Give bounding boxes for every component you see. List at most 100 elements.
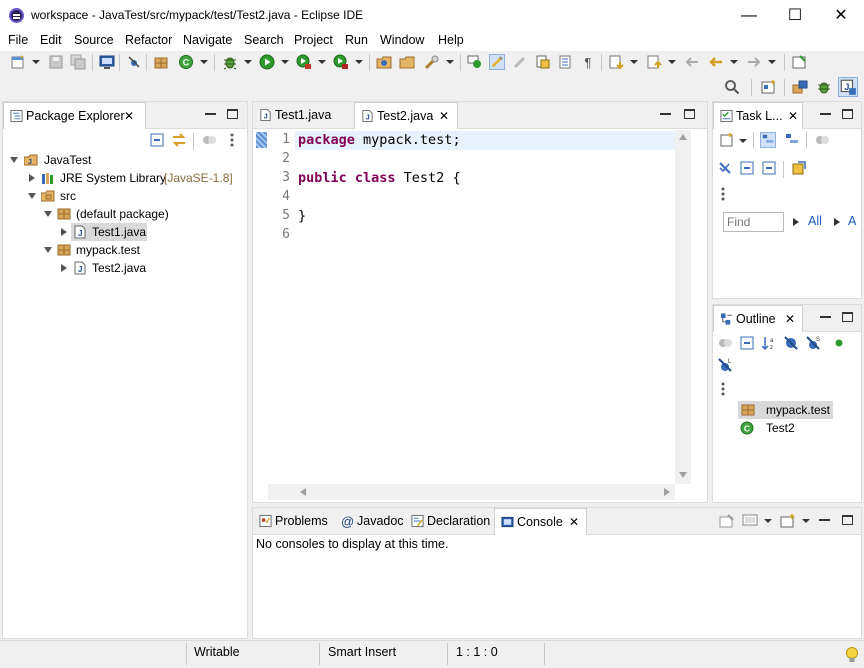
tab-declaration[interactable]: Declaration [405,508,493,535]
skip-breakpoints-icon[interactable] [126,54,142,70]
view-menu-icon[interactable] [720,186,726,202]
open-perspective-icon[interactable] [761,79,777,95]
maximize-view-icon[interactable] [842,109,853,119]
maximize-view-icon[interactable] [842,515,853,525]
tree-item-jre-library[interactable]: JRE System Library [JavaSE-1.8] [3,169,247,187]
debug-perspective-icon[interactable] [816,79,832,95]
terminal-icon[interactable] [99,54,115,70]
save-all-icon[interactable] [70,54,86,70]
minimize-view-icon[interactable] [660,113,671,115]
menu-file[interactable]: File [8,33,28,47]
tree-item-default-package[interactable]: (default package) [3,205,247,223]
next-annotation-dropdown[interactable] [630,60,638,64]
outline-item-package[interactable]: mypack.test [738,401,833,419]
minimize-view-icon[interactable] [819,519,830,521]
code-area[interactable]: 1 2 3 4 5 6 package mypack.test; public … [268,130,688,484]
collapse-icon[interactable] [761,160,777,176]
minimize-view-icon[interactable] [205,113,216,115]
tab-problems[interactable]: Problems [253,508,335,535]
vertical-scrollbar[interactable] [675,130,691,484]
debug-icon[interactable] [222,54,238,70]
play-arrow-icon[interactable] [793,218,799,226]
show-whitespace-icon[interactable]: ¶ [580,54,596,70]
find-input[interactable] [723,212,784,232]
last-edit-location-icon[interactable] [684,54,700,70]
scroll-down-icon[interactable] [679,472,687,478]
tree-item-mypack-test[interactable]: mypack.test [3,241,247,259]
maximize-button[interactable]: ☐ [772,0,818,31]
pin-console-icon[interactable] [719,513,735,529]
forward-icon[interactable] [746,54,762,70]
external-tools-icon[interactable] [333,54,349,70]
open-type-icon[interactable] [376,54,392,70]
run-dropdown[interactable] [281,60,289,64]
open-console-dropdown[interactable] [802,519,810,523]
pin-editor-icon[interactable] [791,54,807,70]
tree-item-src[interactable]: src [3,187,247,205]
toggle-mark-occurrences-icon[interactable] [489,54,505,70]
back-icon[interactable] [708,54,724,70]
lightbulb-icon[interactable] [845,646,859,664]
search-dropdown[interactable] [446,60,454,64]
collapse-all-icon[interactable] [739,335,755,351]
collapse-all-icon[interactable] [149,132,165,148]
display-console-icon[interactable] [742,513,758,529]
previous-annotation-icon[interactable] [646,54,662,70]
new-task-icon[interactable] [719,132,735,148]
tab-javadoc[interactable]: @ Javadoc [335,508,405,535]
focus-on-task-icon[interactable] [717,335,733,351]
horizontal-scrollbar[interactable] [268,484,675,500]
focus-on-task-icon[interactable] [814,132,830,148]
play-arrow-icon[interactable] [834,218,840,226]
view-menu-icon[interactable] [720,381,726,397]
expand-arrow-icon[interactable] [61,264,67,272]
menu-source[interactable]: Source [74,33,114,47]
new-package-icon[interactable] [153,54,169,70]
run-icon[interactable] [259,54,275,70]
show-source-icon[interactable] [557,54,573,70]
collapse-arrow-icon[interactable] [44,247,52,253]
search-icon[interactable] [424,54,440,70]
focus-on-task-icon[interactable] [201,132,217,148]
close-icon[interactable]: ✕ [788,103,798,130]
synchronize-icon[interactable] [791,160,807,176]
hide-non-public-icon[interactable] [831,335,847,351]
view-menu-icon[interactable] [229,132,235,148]
tree-item-javatest[interactable]: J JavaTest [3,151,247,169]
menu-project[interactable]: Project [294,33,333,47]
new-task-dropdown[interactable] [739,139,747,143]
annotation-icon[interactable] [467,54,483,70]
tab-outline[interactable]: Outline ✕ [713,305,803,332]
menu-run[interactable]: Run [345,33,368,47]
hide-local-types-icon[interactable]: L [717,357,733,373]
minimize-button[interactable]: — [726,0,772,31]
close-icon[interactable]: ✕ [439,103,449,130]
block-selection-icon[interactable] [512,54,528,70]
menu-help[interactable]: Help [438,33,464,47]
scheduled-icon[interactable] [784,132,800,148]
tree-item-test2-java[interactable]: J Test2.java [3,259,247,277]
external-tools-dropdown[interactable] [355,60,363,64]
tab-test2-java[interactable]: J Test2.java ✕ [354,102,458,129]
collapse-arrow-icon[interactable] [28,193,36,199]
collapse-arrow-icon[interactable] [10,157,18,163]
menu-refactor[interactable]: Refactor [125,33,172,47]
previous-annotation-dropdown[interactable] [668,60,676,64]
expand-arrow-icon[interactable] [29,174,35,182]
display-console-dropdown[interactable] [764,519,772,523]
close-icon[interactable]: ✕ [124,103,134,130]
coverage-icon[interactable] [296,54,312,70]
open-folder-icon[interactable] [399,54,415,70]
close-icon[interactable]: ✕ [569,509,579,536]
menu-search[interactable]: Search [244,33,284,47]
scroll-left-icon[interactable] [300,488,306,496]
all-link[interactable]: All [808,214,822,228]
maximize-view-icon[interactable] [842,312,853,322]
toggle-breadcrumb-icon[interactable] [535,54,551,70]
collapse-all-icon[interactable] [739,160,755,176]
minimize-view-icon[interactable] [820,316,831,318]
expand-arrow-icon[interactable] [61,228,67,236]
java-perspective-icon[interactable]: J [838,77,858,97]
maximize-view-icon[interactable] [227,109,238,119]
scroll-right-icon[interactable] [664,488,670,496]
